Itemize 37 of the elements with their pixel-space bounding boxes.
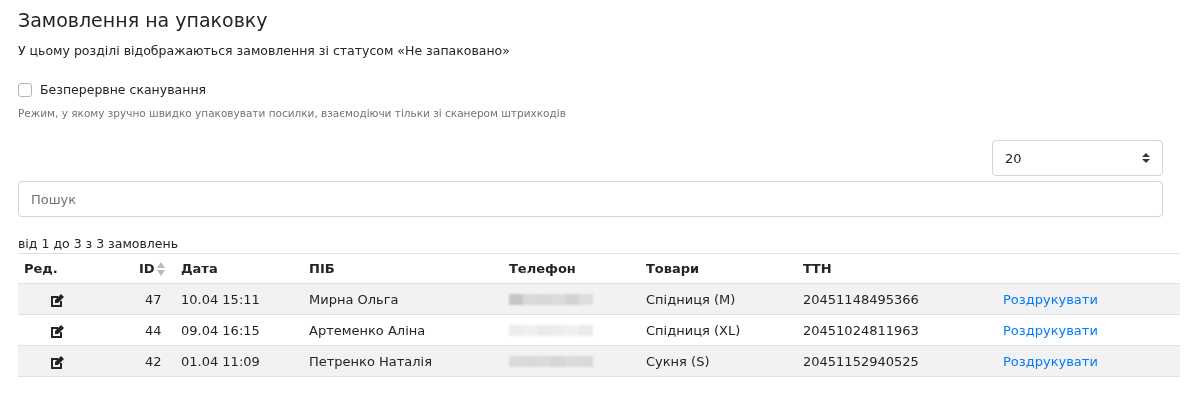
id-text: 44	[145, 322, 162, 338]
goods-text: Сукня (S)	[646, 353, 710, 369]
sort-arrows-icon	[1142, 153, 1150, 164]
goods-text: Спідниця (M)	[646, 291, 736, 307]
edit-icon[interactable]	[49, 293, 65, 307]
date-text: 10.04 15:11	[181, 291, 260, 307]
customer-name: Мирна Ольга	[309, 291, 399, 307]
search-field[interactable]: Пошук	[18, 181, 1163, 218]
checkbox[interactable]	[18, 83, 32, 98]
id-text: 47	[145, 291, 162, 307]
customer-name: Артеменко Аліна	[309, 322, 426, 338]
goods-text: Спідниця (XL)	[646, 322, 741, 338]
column-header: Телефон	[509, 261, 576, 276]
summary-text: від 1 до 3 з 3 замовлень	[18, 235, 180, 254]
tracking-number: 20451024811963	[803, 322, 919, 338]
edit-icon[interactable]	[49, 355, 65, 369]
date-text: 01.04 11:09	[181, 353, 260, 369]
column-header[interactable]: ID	[139, 259, 155, 279]
column-header: Ред.	[24, 261, 58, 276]
column-header: ТТН	[803, 261, 832, 276]
page-description: У цьому розділі відображаються замовлення зі статусом «Не запаковано»	[18, 42, 511, 60]
tracking-number: 20451152940525	[803, 353, 919, 369]
customer-name: Петренко Наталія	[309, 353, 433, 369]
page-title: Замовлення на упаковку	[18, 8, 269, 33]
print-link[interactable]: Роздрукувати	[1003, 353, 1098, 369]
tracking-number: 20451148495366	[803, 291, 919, 307]
id-text: 42	[145, 353, 162, 369]
hint-text: Режим, у якому зручно швидко упаковувати посилки, взаємодіючи тільки зі сканером штрихкодів	[18, 105, 567, 121]
checkbox-label[interactable]: Безперервне сканування	[40, 80, 207, 100]
column-header: Товари	[646, 261, 700, 276]
print-link[interactable]: Роздрукувати	[1003, 322, 1098, 338]
date-text: 09.04 16:15	[181, 322, 260, 338]
edit-icon[interactable]	[49, 324, 65, 338]
print-link[interactable]: Роздрукувати	[1003, 291, 1098, 307]
column-header: Дата	[181, 261, 218, 276]
column-header: ПІБ	[309, 261, 335, 276]
page-size-select[interactable]: 20	[992, 140, 1163, 177]
